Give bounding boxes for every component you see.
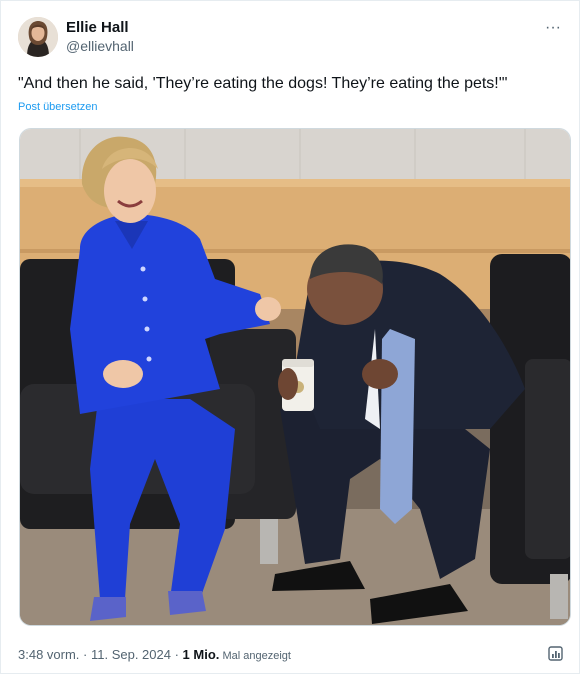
translate-link[interactable]: Post übersetzen [18,100,98,114]
author-display-name[interactable]: Ellie Hall [66,19,134,37]
tweet-date[interactable]: 11. Sep. 2024 [91,647,171,662]
view-count: 1 Mio. [182,647,220,662]
more-options-icon[interactable]: ··· [541,19,565,39]
meta-separator: · [170,647,183,662]
meta-separator: · [79,647,91,662]
tweet-card: Ellie Hall @ellievhall ··· "And then he … [0,0,580,674]
author-names: Ellie Hall @ellievhall [66,19,134,55]
analytics-icon[interactable] [547,645,565,663]
view-count-label: Mal angezeigt [219,650,291,662]
tweet-time[interactable]: 3:48 vorm. [18,647,79,662]
tweet-header: Ellie Hall @ellievhall ··· [18,17,567,61]
photo-illustration [20,129,570,625]
tweet-text: "And then he said, 'They’re eating the d… [18,75,508,92]
tweet-photo[interactable] [19,128,571,626]
avatar[interactable] [18,17,58,57]
author-handle[interactable]: @ellievhall [66,37,134,55]
tweet-meta: 3:48 vorm. · 11. Sep. 2024 · 1 Mio. Mal … [18,646,565,666]
